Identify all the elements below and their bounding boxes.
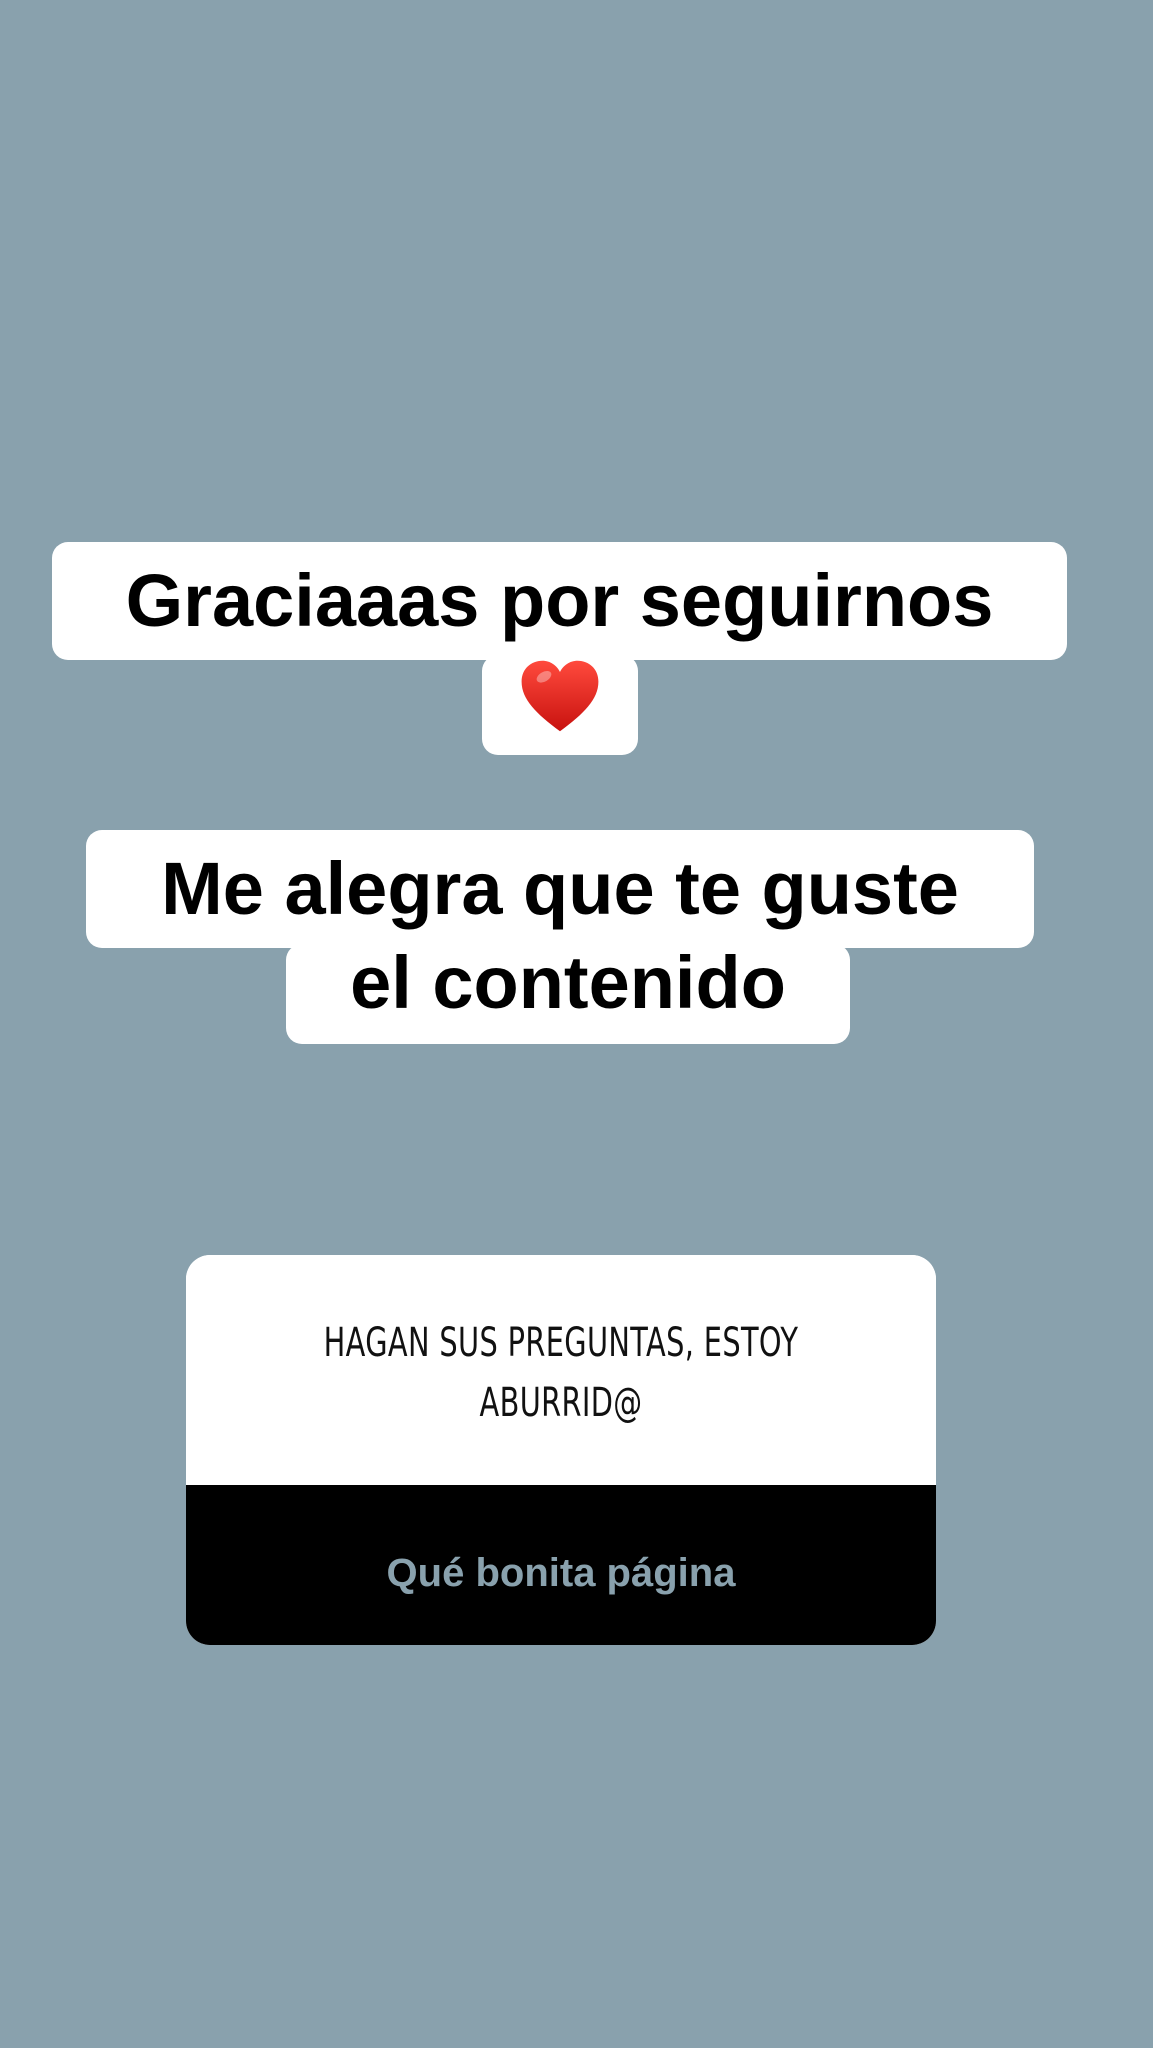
heart-icon bbox=[521, 660, 599, 732]
caption-text: Me alegra que te guste bbox=[161, 847, 959, 930]
caption-text: el contenido bbox=[350, 941, 786, 1024]
question-header: HAGAN SUS PREGUNTAS, ESTOY ABURRID@ bbox=[186, 1255, 936, 1485]
question-line: HAGAN SUS PREGUNTAS, ESTOY bbox=[323, 1320, 799, 1366]
answer-text: Qué bonita página bbox=[386, 1551, 736, 1595]
caption-text: Graciaaas por seguirnos bbox=[125, 559, 994, 642]
question-line: ABURRID@ bbox=[479, 1380, 643, 1426]
story-canvas: Graciaaas por seguirnos Me alegra que te… bbox=[0, 0, 1153, 2048]
question-prompt: HAGAN SUS PREGUNTAS, ESTOY ABURRID@ bbox=[320, 1313, 802, 1433]
